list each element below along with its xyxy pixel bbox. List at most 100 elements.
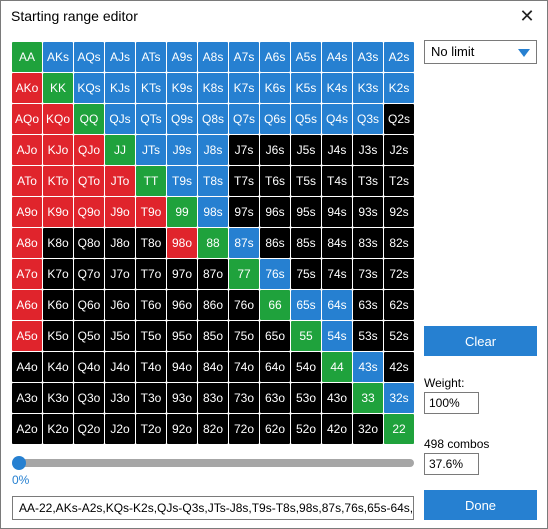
hand-cell[interactable]: 93o bbox=[167, 383, 197, 413]
hand-cell[interactable]: K9s bbox=[167, 73, 197, 103]
hand-cell[interactable]: A4o bbox=[12, 352, 42, 382]
range-percent-field[interactable]: 37.6% bbox=[424, 453, 479, 475]
hand-cell[interactable]: AJs bbox=[105, 42, 135, 72]
hand-cell[interactable]: 94s bbox=[322, 197, 352, 227]
hand-cell[interactable]: 66 bbox=[260, 290, 290, 320]
hand-cell[interactable]: J8s bbox=[198, 135, 228, 165]
hand-cell[interactable]: T4o bbox=[136, 352, 166, 382]
weight-slider-thumb[interactable] bbox=[12, 456, 26, 470]
hand-cell[interactable]: Q6o bbox=[74, 290, 104, 320]
hand-cell[interactable]: 85o bbox=[198, 321, 228, 351]
hand-cell[interactable]: T9o bbox=[136, 197, 166, 227]
hand-cell[interactable]: J5o bbox=[105, 321, 135, 351]
hand-cell[interactable]: A6s bbox=[260, 42, 290, 72]
hand-cell[interactable]: 74o bbox=[229, 352, 259, 382]
hand-cell[interactable]: Q9o bbox=[74, 197, 104, 227]
hand-cell[interactable]: JTs bbox=[136, 135, 166, 165]
hand-cell[interactable]: A2s bbox=[384, 42, 414, 72]
hand-cell[interactable]: A8s bbox=[198, 42, 228, 72]
hand-cell[interactable]: 43o bbox=[322, 383, 352, 413]
hand-cell[interactable]: K8o bbox=[43, 228, 73, 258]
hand-cell[interactable]: KTo bbox=[43, 166, 73, 196]
hand-cell[interactable]: J9o bbox=[105, 197, 135, 227]
hand-cell[interactable]: Q3o bbox=[74, 383, 104, 413]
hand-cell[interactable]: T4s bbox=[322, 166, 352, 196]
hand-cell[interactable]: T7o bbox=[136, 259, 166, 289]
hand-cell[interactable]: 86s bbox=[260, 228, 290, 258]
hand-cell[interactable]: 32o bbox=[353, 414, 383, 444]
hand-cell[interactable]: QTs bbox=[136, 104, 166, 134]
hand-cell[interactable]: 65o bbox=[260, 321, 290, 351]
hand-cell[interactable]: J3o bbox=[105, 383, 135, 413]
limit-select[interactable]: No limit bbox=[424, 40, 537, 64]
hand-cell[interactable]: T3o bbox=[136, 383, 166, 413]
hand-cell[interactable]: QQ bbox=[74, 104, 104, 134]
hand-cell[interactable]: 55 bbox=[291, 321, 321, 351]
hand-cell[interactable]: Q4s bbox=[322, 104, 352, 134]
hand-cell[interactable]: A4s bbox=[322, 42, 352, 72]
hand-cell[interactable]: K4s bbox=[322, 73, 352, 103]
hand-cell[interactable]: ATo bbox=[12, 166, 42, 196]
hand-cell[interactable]: 98s bbox=[198, 197, 228, 227]
hand-cell[interactable]: KQo bbox=[43, 104, 73, 134]
hand-cell[interactable]: J7o bbox=[105, 259, 135, 289]
hand-cell[interactable]: 87o bbox=[198, 259, 228, 289]
hand-cell[interactable]: 92s bbox=[384, 197, 414, 227]
hand-cell[interactable]: 83s bbox=[353, 228, 383, 258]
hand-cell[interactable]: 93s bbox=[353, 197, 383, 227]
hand-cell[interactable]: QTo bbox=[74, 166, 104, 196]
hand-cell[interactable]: Q7o bbox=[74, 259, 104, 289]
hand-cell[interactable]: K6o bbox=[43, 290, 73, 320]
hand-cell[interactable]: ATs bbox=[136, 42, 166, 72]
hand-cell[interactable]: Q8o bbox=[74, 228, 104, 258]
hand-cell[interactable]: 52o bbox=[291, 414, 321, 444]
hand-cell[interactable]: AKo bbox=[12, 73, 42, 103]
hand-cell[interactable]: Q5s bbox=[291, 104, 321, 134]
hand-cell[interactable]: Q8s bbox=[198, 104, 228, 134]
hand-cell[interactable]: 77 bbox=[229, 259, 259, 289]
hand-cell[interactable]: Q9s bbox=[167, 104, 197, 134]
hand-cell[interactable]: 83o bbox=[198, 383, 228, 413]
hand-cell[interactable]: K3s bbox=[353, 73, 383, 103]
hand-cell[interactable]: 99 bbox=[167, 197, 197, 227]
hand-cell[interactable]: J7s bbox=[229, 135, 259, 165]
hand-cell[interactable]: AQo bbox=[12, 104, 42, 134]
hand-cell[interactable]: 42s bbox=[384, 352, 414, 382]
weight-slider-track[interactable] bbox=[19, 459, 414, 467]
hand-cell[interactable]: Q7s bbox=[229, 104, 259, 134]
close-icon[interactable]: ✕ bbox=[515, 4, 539, 28]
hand-cell[interactable]: 76o bbox=[229, 290, 259, 320]
hand-cell[interactable]: 74s bbox=[322, 259, 352, 289]
hand-cell[interactable]: 85s bbox=[291, 228, 321, 258]
hand-cell[interactable]: 94o bbox=[167, 352, 197, 382]
hand-cell[interactable]: KQs bbox=[74, 73, 104, 103]
hand-cell[interactable]: 84o bbox=[198, 352, 228, 382]
hand-cell[interactable]: A3o bbox=[12, 383, 42, 413]
hand-cell[interactable]: 54s bbox=[322, 321, 352, 351]
hand-cell[interactable]: 64s bbox=[322, 290, 352, 320]
hand-cell[interactable]: 95s bbox=[291, 197, 321, 227]
hand-cell[interactable]: J8o bbox=[105, 228, 135, 258]
hand-cell[interactable]: QJs bbox=[105, 104, 135, 134]
hand-cell[interactable]: T2s bbox=[384, 166, 414, 196]
weight-input[interactable]: 100% bbox=[424, 392, 479, 414]
hand-cell[interactable]: K6s bbox=[260, 73, 290, 103]
hand-cell[interactable]: T9s bbox=[167, 166, 197, 196]
hand-cell[interactable]: JJ bbox=[105, 135, 135, 165]
hand-cell[interactable]: 72o bbox=[229, 414, 259, 444]
range-text-field[interactable]: AA-22,AKs-A2s,KQs-K2s,QJs-Q3s,JTs-J8s,T9… bbox=[12, 496, 414, 520]
hand-cell[interactable]: AQs bbox=[74, 42, 104, 72]
hand-cell[interactable]: K2s bbox=[384, 73, 414, 103]
hand-cell[interactable]: 88 bbox=[198, 228, 228, 258]
hand-cell[interactable]: 22 bbox=[384, 414, 414, 444]
hand-cell[interactable]: 87s bbox=[229, 228, 259, 258]
hand-cell[interactable]: K2o bbox=[43, 414, 73, 444]
hand-cell[interactable]: A9s bbox=[167, 42, 197, 72]
hand-cell[interactable]: 43s bbox=[353, 352, 383, 382]
hand-cell[interactable]: KJs bbox=[105, 73, 135, 103]
hand-cell[interactable]: 33 bbox=[353, 383, 383, 413]
hand-cell[interactable]: KTs bbox=[136, 73, 166, 103]
hand-cell[interactable]: 53s bbox=[353, 321, 383, 351]
hand-cell[interactable]: T7s bbox=[229, 166, 259, 196]
hand-cell[interactable]: J5s bbox=[291, 135, 321, 165]
